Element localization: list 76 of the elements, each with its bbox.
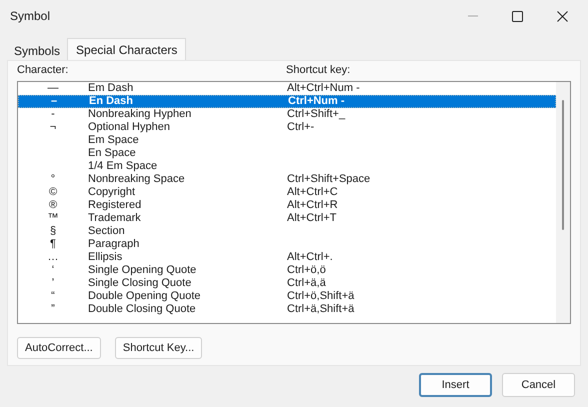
name-cell-text: Registered bbox=[88, 199, 142, 212]
name-cell-text: Single Opening Quote bbox=[88, 264, 198, 277]
scrollbar-thumb[interactable] bbox=[562, 100, 564, 230]
list-row[interactable]: – En Dash Ctrl+Num - bbox=[18, 95, 556, 108]
shortcut-cell: Ctrl+Shift+_ bbox=[287, 108, 346, 121]
shortcut-cell: Alt+Ctrl+C bbox=[287, 186, 338, 199]
character-cell-text: ” bbox=[50, 303, 56, 316]
shortcut-cell: Alt+Ctrl+. bbox=[287, 251, 333, 264]
shortcut-cell: Ctrl+Shift+Space bbox=[287, 173, 370, 186]
character-cell-text: ¶ bbox=[49, 238, 57, 251]
name-cell-text: Copyright bbox=[88, 186, 136, 199]
name-cell-text: Ellipsis bbox=[88, 251, 124, 264]
scrollbar[interactable] bbox=[556, 82, 570, 323]
character-cell-text: § bbox=[48, 225, 58, 238]
list-row[interactable]: “ Double Opening Quote Ctrl+ö,Shift+ä bbox=[18, 290, 556, 303]
shortcut-cell: Alt+Ctrl+Num - bbox=[287, 82, 360, 95]
list-row[interactable]: … Ellipsis Alt+Ctrl+. bbox=[18, 251, 556, 264]
shortcut-cell: Ctrl+ä,Shift+ä bbox=[287, 303, 354, 316]
character-cell-text: – bbox=[50, 95, 58, 108]
list-row[interactable]: § Section bbox=[18, 225, 556, 238]
list-row[interactable]: ™ Trademark Alt+Ctrl+T bbox=[18, 212, 556, 225]
name-cell-text: Single Closing Quote bbox=[88, 277, 192, 290]
character-cell-text: ’ bbox=[50, 277, 56, 290]
column-header: Character: bbox=[17, 62, 70, 78]
name-cell-text: Section bbox=[88, 225, 126, 238]
character-cell-text: © bbox=[48, 186, 58, 199]
list-row[interactable]: ° Nonbreaking Space Ctrl+Shift+Space bbox=[18, 173, 556, 186]
character-cell-text: ™ bbox=[46, 212, 60, 225]
character-cell-text: ® bbox=[48, 199, 58, 212]
character-cell-text: … bbox=[46, 251, 60, 264]
character-cell-text: ¬ bbox=[48, 121, 58, 134]
list-row[interactable]: ¬ Optional Hyphen Ctrl+- bbox=[18, 121, 556, 134]
list-row[interactable]: ‘ Single Opening Quote Ctrl+ö,ö bbox=[18, 264, 556, 277]
list-row[interactable]: Em Space bbox=[18, 134, 556, 147]
maximize-icon[interactable] bbox=[512, 10, 523, 22]
name-cell-text: Optional Hyphen bbox=[88, 121, 171, 134]
panel-button[interactable]: AutoCorrect... bbox=[17, 337, 101, 359]
cancel-button[interactable]: Cancel bbox=[502, 373, 575, 397]
shortcut-cell: Ctrl+ä,ä bbox=[287, 277, 326, 290]
list-row[interactable]: 1/4 Em Space bbox=[18, 160, 556, 173]
list-row[interactable]: ” Double Closing Quote Ctrl+ä,Shift+ä bbox=[18, 303, 556, 316]
list-row[interactable]: ’ Single Closing Quote Ctrl+ä,ä bbox=[18, 277, 556, 290]
character-cell-text: ° bbox=[50, 173, 56, 186]
name-cell-text: Paragraph bbox=[88, 238, 140, 251]
name-cell-text: Double Closing Quote bbox=[88, 303, 197, 316]
name-cell-text: Double Opening Quote bbox=[88, 290, 202, 303]
list-row[interactable]: ¶ Paragraph bbox=[18, 238, 556, 251]
name-cell-text: 1/4 Em Space bbox=[88, 160, 158, 173]
shortcut-cell: Alt+Ctrl+T bbox=[287, 212, 337, 225]
shortcut-cell: Alt+Ctrl+R bbox=[287, 199, 338, 212]
window-title: Symbol bbox=[10, 8, 52, 25]
name-cell-text: En Space bbox=[88, 147, 137, 160]
name-cell-text: Nonbreaking Hyphen bbox=[88, 108, 192, 121]
character-cell-text: ‘ bbox=[50, 264, 56, 277]
tab[interactable]: Special Characters bbox=[67, 38, 186, 60]
character-cell-text: “ bbox=[50, 290, 56, 303]
shortcut-cell: Ctrl+- bbox=[287, 121, 314, 134]
insert-button[interactable]: Insert bbox=[419, 373, 492, 397]
list-row[interactable]: - Nonbreaking Hyphen Ctrl+Shift+_ bbox=[18, 108, 556, 121]
shortcut-cell: Ctrl+ö,Shift+ä bbox=[287, 290, 354, 303]
name-cell-text: Em Dash bbox=[88, 82, 134, 95]
list-row[interactable]: En Space bbox=[18, 147, 556, 160]
name-cell-text: Nonbreaking Space bbox=[88, 173, 186, 186]
list-row[interactable]: — Em Dash Alt+Ctrl+Num - bbox=[18, 82, 556, 95]
name-cell-text: Em Space bbox=[88, 134, 140, 147]
shortcut-cell: Ctrl+Num - bbox=[288, 95, 345, 108]
name-cell-text: Trademark bbox=[88, 212, 142, 225]
close-icon[interactable] bbox=[557, 10, 568, 22]
list-row[interactable]: © Copyright Alt+Ctrl+C bbox=[18, 186, 556, 199]
list-row[interactable]: ® Registered Alt+Ctrl+R bbox=[18, 199, 556, 212]
panel-button[interactable]: Shortcut Key... bbox=[114, 337, 202, 359]
character-cell-text: — bbox=[46, 82, 60, 95]
shortcut-cell: Ctrl+ö,ö bbox=[287, 264, 326, 277]
name-cell-text: En Dash bbox=[89, 95, 134, 108]
character-cell-text: - bbox=[50, 108, 56, 121]
column-header: Shortcut key: bbox=[286, 62, 350, 78]
